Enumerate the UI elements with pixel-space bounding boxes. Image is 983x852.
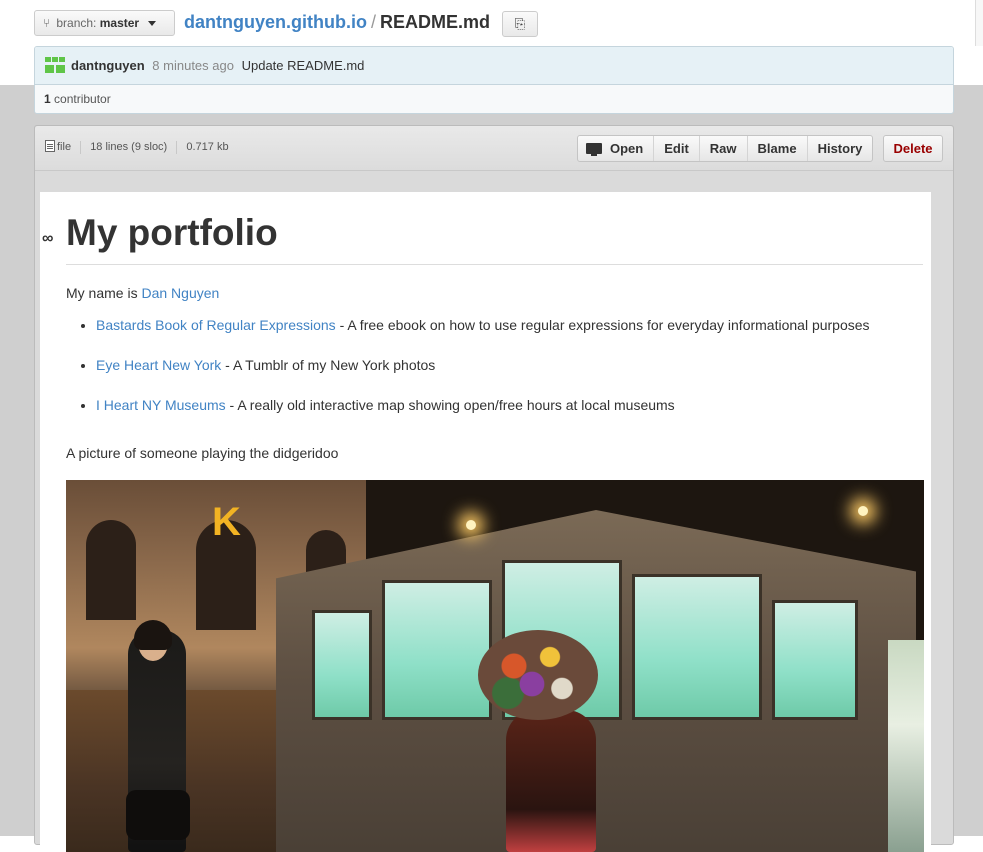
list-item-link[interactable]: I Heart NY Museums	[96, 397, 226, 413]
clipboard-icon: ⎘	[514, 16, 526, 31]
photo-performer	[506, 710, 596, 852]
photo-arch	[86, 520, 136, 620]
branch-prefix: branch:	[56, 16, 97, 30]
file-type: file	[57, 141, 72, 153]
open-button[interactable]: Open	[578, 136, 653, 161]
file-box: file 18 lines (9 sloc) 0.717 kb Open Edi…	[34, 125, 954, 852]
photo-flowers	[478, 630, 598, 720]
repo-link[interactable]: dantnguyen.github.io	[184, 12, 367, 32]
history-button[interactable]: History	[806, 136, 873, 161]
photo-sign: K	[212, 500, 241, 544]
open-label: Open	[610, 141, 644, 156]
divider	[66, 264, 923, 265]
breadcrumb-separator: /	[370, 12, 376, 32]
scrollbar[interactable]	[975, 0, 983, 46]
photo-edge	[888, 640, 924, 852]
link-icon[interactable]: ∞	[42, 230, 53, 248]
commit-box: dantnguyen 8 minutes ago Update README.m…	[34, 46, 954, 114]
commit-author[interactable]: dantnguyen	[71, 58, 145, 73]
photo-window	[382, 580, 492, 720]
list-item-link[interactable]: Bastards Book of Regular Expressions	[96, 317, 336, 333]
photo-person-hair	[134, 620, 172, 650]
list-item: Eye Heart New York - A Tumblr of my New …	[96, 355, 926, 375]
file-size: 0.717 kb	[186, 141, 229, 153]
photo-light	[466, 520, 476, 530]
photo-light	[858, 506, 868, 516]
author-link[interactable]: Dan Nguyen	[141, 285, 219, 301]
contributors-bar: 1 contributor	[35, 85, 953, 113]
photo-window	[632, 574, 762, 720]
readme-heading: My portfolio	[66, 212, 278, 253]
contributor-label[interactable]: contributor	[54, 92, 111, 106]
photo-window	[312, 610, 372, 720]
file-lines: 18 lines (9 sloc)	[90, 141, 168, 153]
photo-window	[772, 600, 858, 720]
file-name: README.md	[380, 12, 491, 32]
delete-button[interactable]: Delete	[883, 135, 943, 162]
chevron-down-icon	[148, 21, 157, 27]
commit-message[interactable]: Update README.md	[242, 58, 365, 73]
edit-button[interactable]: Edit	[653, 136, 699, 161]
list-item: I Heart NY Museums - A really old intera…	[96, 395, 926, 415]
file-info: file 18 lines (9 sloc) 0.717 kb	[45, 140, 229, 154]
list-item-text: - A Tumblr of my New York photos	[221, 357, 436, 373]
raw-button[interactable]: Raw	[698, 136, 747, 161]
branch-select-button[interactable]: ⑂ branch: master	[34, 10, 175, 36]
breadcrumb: dantnguyen.github.io / README.md	[184, 12, 490, 33]
copy-path-button[interactable]: ⎘	[502, 11, 538, 37]
photo-bag	[126, 790, 190, 840]
list-item-link[interactable]: Eye Heart New York	[96, 357, 221, 373]
list-item-text: - A free ebook on how to use regular exp…	[335, 317, 870, 333]
list-item-text: - A really old interactive map showing o…	[225, 397, 675, 413]
monitor-icon	[586, 143, 602, 156]
readme-content: ∞ My portfolio My name is Dan Nguyen Bas…	[40, 192, 931, 852]
divider	[80, 140, 82, 154]
blame-button[interactable]: Blame	[746, 136, 807, 161]
file-actions: Open Edit Raw Blame History	[577, 135, 874, 162]
branch-icon: ⑂	[43, 16, 51, 30]
commit-time: 8 minutes ago	[152, 58, 234, 73]
intro-paragraph: My name is Dan Nguyen	[66, 285, 219, 301]
didgeridoo-photo[interactable]: K	[66, 480, 924, 852]
breadcrumb-bar: ⑂ branch: master dantnguyen.github.io / RE…	[0, 0, 983, 46]
file-header: file 18 lines (9 sloc) 0.717 kb Open Edi…	[35, 126, 953, 171]
file-icon	[45, 140, 55, 152]
list-item: Bastards Book of Regular Expressions - A…	[96, 315, 926, 335]
intro-text: My name is	[66, 285, 138, 301]
contributor-count: 1	[44, 92, 51, 106]
picture-caption: A picture of someone playing the didgeri…	[66, 445, 339, 461]
project-list: Bastards Book of Regular Expressions - A…	[66, 315, 926, 435]
branch-name: master	[99, 16, 140, 30]
avatar[interactable]	[45, 56, 65, 73]
latest-commit: dantnguyen 8 minutes ago Update README.m…	[35, 47, 953, 85]
divider	[176, 140, 178, 154]
